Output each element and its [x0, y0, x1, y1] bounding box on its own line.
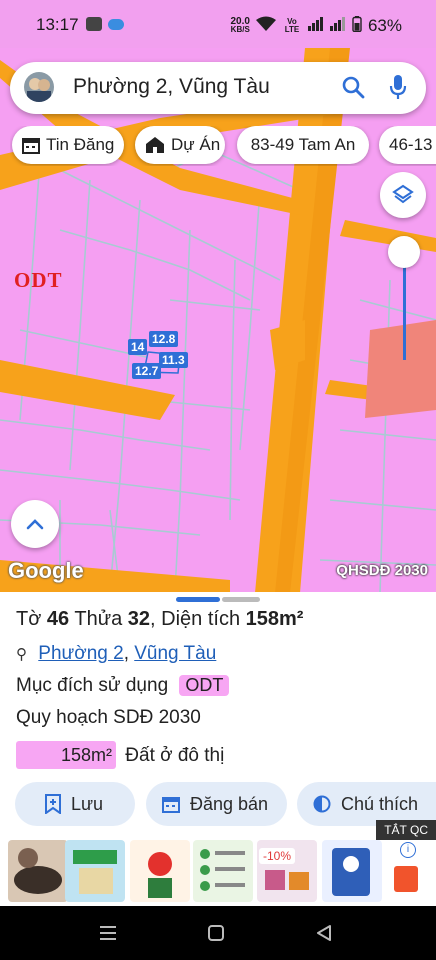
ward-link[interactable]: Phường 2: [38, 643, 123, 664]
status-bar: 13:17 20.0 KB/S Vo LTE 63%: [0, 0, 436, 48]
parcel-location: ⚲ Phường 2, Vũng Tàu: [16, 643, 217, 664]
layer-label: QHSDĐ 2030: [336, 562, 428, 579]
land-use-purpose: Mục đích sử dụng ODT: [16, 675, 230, 697]
google-logo: Google: [8, 558, 84, 583]
volte-icon: Vo LTE: [284, 17, 300, 34]
signal-icon-1: [307, 17, 324, 35]
dimension-label: 12.8: [149, 331, 179, 347]
plan-area-row: 158m² Đất ở đô thị: [16, 741, 224, 769]
mic-icon[interactable]: [389, 74, 407, 105]
discount-badge: -10%: [259, 848, 296, 864]
parcel-title: Tờ 46 Thửa 32, Diện tích 158m²: [16, 608, 304, 630]
chip-address-2[interactable]: 46-13: [379, 126, 436, 164]
notification-icon: [86, 17, 102, 31]
network-speed: 20.0 KB/S: [230, 16, 250, 34]
battery-percent: 63%: [367, 16, 402, 35]
building-icon: [146, 137, 164, 153]
plan-label: Quy hoạch SDĐ 2030: [16, 707, 201, 728]
zone-swatch: 158m²: [16, 741, 116, 769]
ad-product-image[interactable]: [193, 840, 253, 902]
dimension-label: 11.3: [159, 352, 188, 368]
ad-product-image[interactable]: [65, 840, 125, 902]
ad-product-image[interactable]: [8, 840, 68, 902]
ad-product-image[interactable]: -10%: [257, 840, 317, 902]
recents-icon[interactable]: [100, 926, 116, 945]
opacity-slider-knob[interactable]: [388, 236, 420, 268]
layers-icon: [392, 184, 414, 204]
expand-sheet-button[interactable]: [11, 500, 59, 548]
save-button[interactable]: Lưu: [15, 782, 135, 826]
calendar-icon: [22, 138, 40, 154]
shopee-icon[interactable]: [394, 866, 418, 892]
purpose-badge: ODT: [179, 675, 230, 696]
clock: 13:17: [36, 15, 79, 34]
chip-address-1[interactable]: 83-49 Tam An: [237, 126, 369, 164]
system-nav-bar: [0, 906, 436, 960]
back-icon[interactable]: [316, 925, 332, 946]
post-sale-button[interactable]: Đăng bán: [146, 782, 287, 826]
cloud-icon: [108, 19, 124, 30]
wifi-icon: [255, 16, 276, 36]
battery-icon: [352, 16, 362, 36]
plan-type: Đất ở đô thị: [125, 745, 225, 766]
home-icon[interactable]: [208, 925, 224, 946]
bookmark-add-icon: [45, 794, 61, 814]
calendar-icon: [162, 797, 180, 813]
layers-button[interactable]: [380, 172, 426, 218]
zone-label: ODT: [14, 268, 63, 292]
opacity-slider-track[interactable]: [403, 252, 406, 360]
ad-product-image[interactable]: [130, 840, 190, 902]
chip-tin-dang[interactable]: Tin Đăng: [12, 126, 124, 164]
dimension-label: 12.7: [132, 363, 162, 379]
dimension-label: 14: [128, 339, 148, 355]
chevron-up-icon: [26, 519, 44, 530]
search-icon[interactable]: [341, 75, 365, 104]
filter-chips: Tin Đăng Dự Án 83-49 Tam An 46-13: [10, 126, 436, 166]
ad-product-image[interactable]: [322, 840, 382, 902]
search-input[interactable]: Phường 2, Vũng Tàu: [73, 75, 270, 99]
avatar[interactable]: [24, 72, 54, 102]
signal-icon-2: [329, 17, 346, 35]
city-link[interactable]: Vũng Tàu: [134, 643, 216, 664]
search-bar[interactable]: Phường 2, Vũng Tàu: [10, 62, 426, 114]
location-pin-icon: ⚲: [16, 646, 27, 663]
sheet-handle-active[interactable]: [176, 597, 220, 602]
chip-du-an[interactable]: Dự Án: [135, 126, 225, 164]
info-icon[interactable]: i: [400, 842, 416, 858]
sheet-handle[interactable]: [222, 597, 260, 602]
hide-ads-button[interactable]: TẮT QC: [376, 820, 436, 840]
contrast-icon: [313, 795, 331, 813]
